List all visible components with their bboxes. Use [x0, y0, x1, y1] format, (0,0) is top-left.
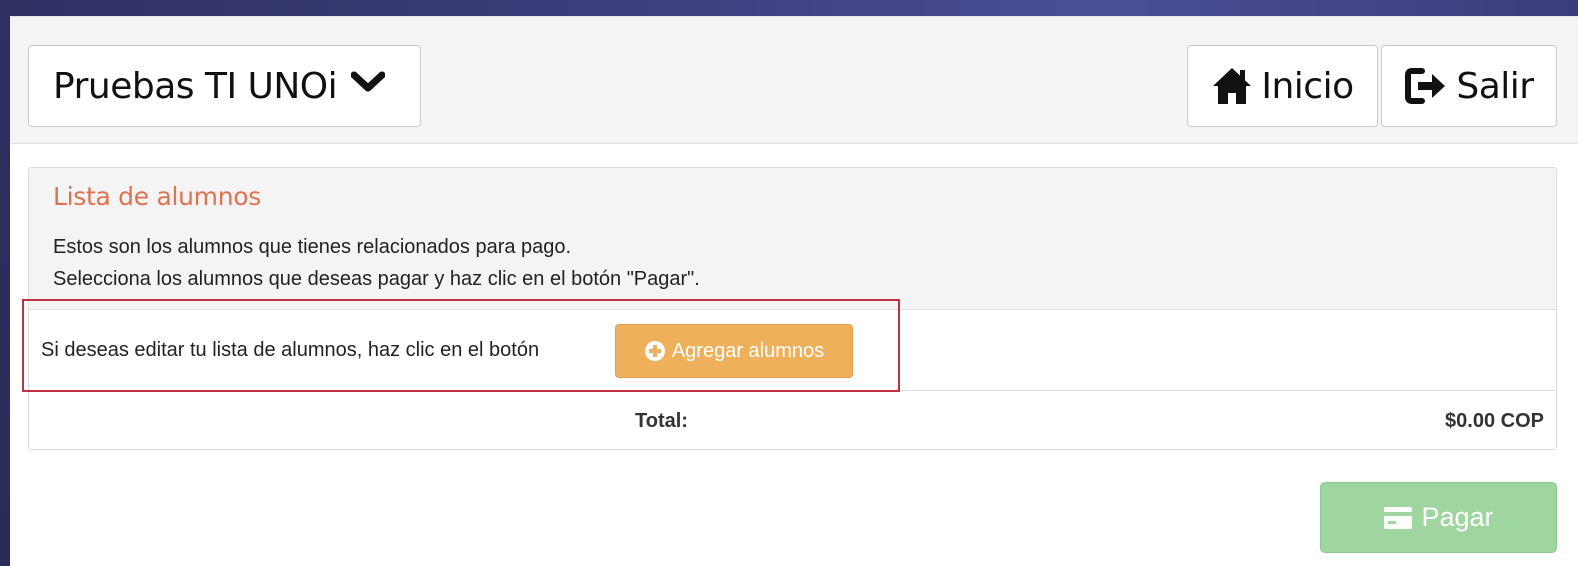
pay-button[interactable]: Pagar — [1320, 482, 1557, 553]
background-top-strip — [0, 0, 1578, 16]
panel-description-line2: Selecciona los alumnos que deseas pagar … — [53, 268, 700, 290]
logout-button[interactable]: Salir — [1381, 45, 1557, 127]
panel-title: Lista de alumnos — [53, 182, 261, 211]
home-label: Inicio — [1261, 65, 1354, 107]
panel-header: Lista de alumnos Estos son los alumnos q… — [29, 168, 1556, 310]
page-content: Pruebas TI UNOi Inicio Salir Lista de al… — [10, 16, 1578, 566]
home-icon — [1211, 66, 1253, 106]
school-selector-dropdown[interactable]: Pruebas TI UNOi — [28, 45, 421, 127]
home-button[interactable]: Inicio — [1187, 45, 1378, 127]
add-students-label: Agregar alumnos — [671, 339, 825, 362]
school-name: Pruebas TI UNOi — [53, 65, 338, 107]
edit-students-text: Si deseas editar tu lista de alumnos, ha… — [41, 339, 540, 361]
credit-card-icon — [1383, 506, 1413, 530]
plus-circle-icon — [644, 340, 666, 362]
total-label: Total: — [635, 410, 688, 432]
logout-label: Salir — [1456, 65, 1534, 107]
total-value: $0.00 COP — [1445, 410, 1544, 432]
top-navbar: Pruebas TI UNOi Inicio Salir — [10, 16, 1578, 144]
sign-out-icon — [1404, 67, 1448, 105]
student-list-panel: Lista de alumnos Estos son los alumnos q… — [28, 167, 1557, 450]
background-left-strip — [0, 0, 10, 566]
chevron-down-icon — [350, 63, 386, 104]
total-row: Total: $0.00 COP — [29, 392, 1556, 449]
panel-description-line1: Estos son los alumnos que tienes relacio… — [53, 236, 572, 258]
edit-students-row: Si deseas editar tu lista de alumnos, ha… — [29, 311, 1556, 391]
add-students-button[interactable]: Agregar alumnos — [615, 324, 853, 378]
pay-label: Pagar — [1421, 502, 1494, 532]
